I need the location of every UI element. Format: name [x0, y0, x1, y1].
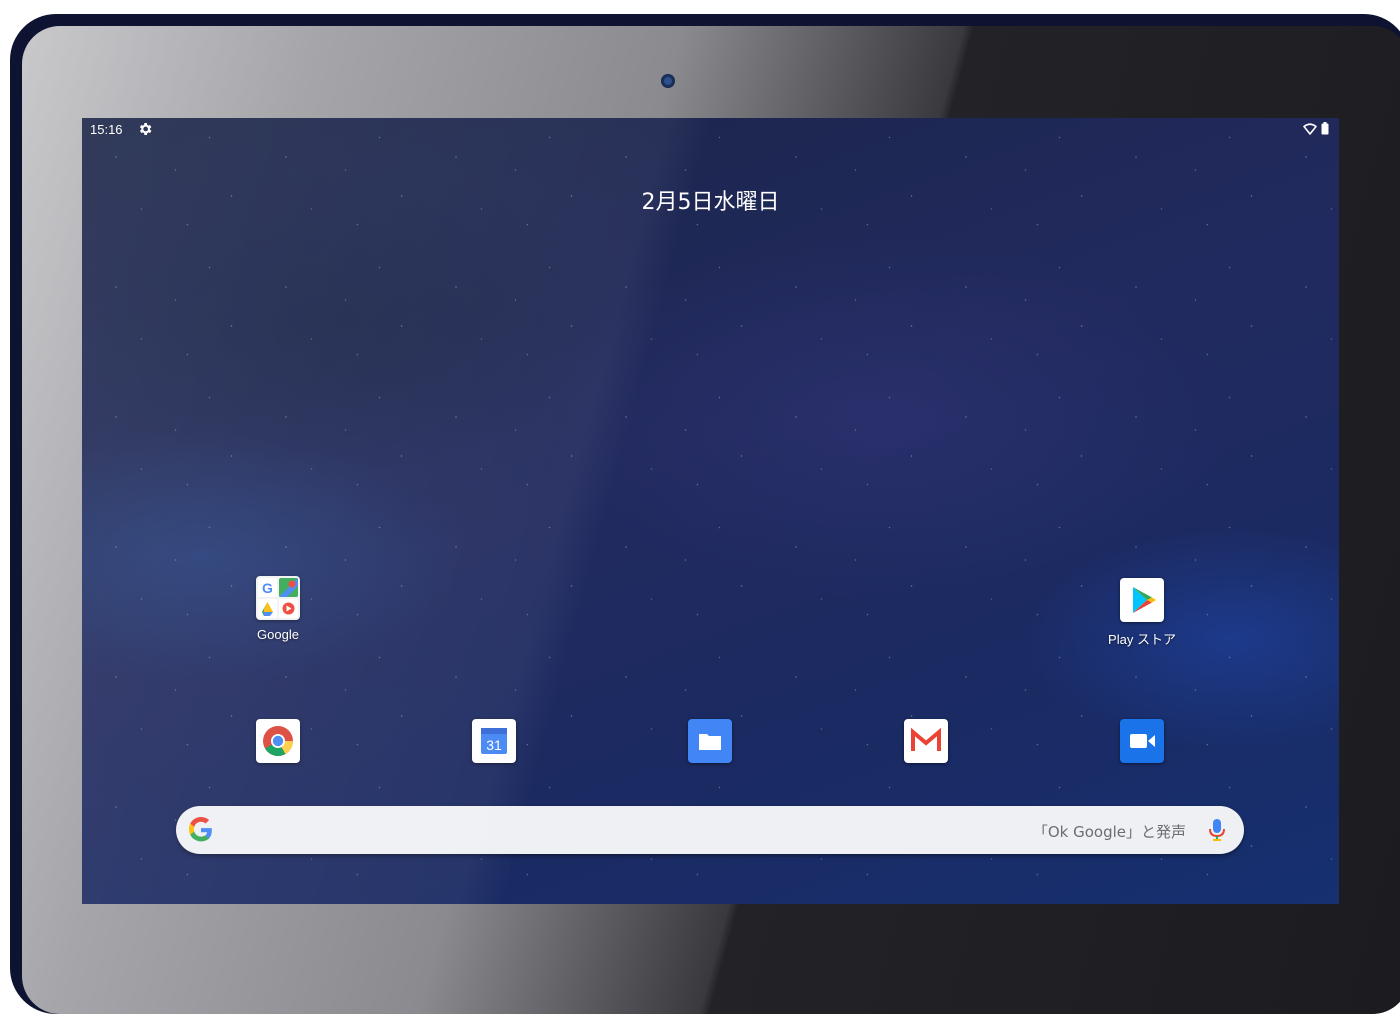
status-icons: [1303, 122, 1329, 135]
duo-icon: [1120, 719, 1164, 763]
dock-calendar[interactable]: 31: [429, 719, 559, 763]
gear-icon: [139, 123, 152, 135]
google-folder-icon: G: [256, 576, 300, 620]
play-store-label: Play ストア: [1108, 632, 1176, 647]
files-icon: [688, 719, 732, 763]
search-hint: 「Ok Google」と発声: [1032, 823, 1186, 841]
google-folder[interactable]: G Google: [213, 576, 343, 642]
google-search-bar[interactable]: 「Ok Google」と発声: [176, 806, 1244, 854]
google-g-icon: [188, 817, 212, 842]
chrome-icon: [256, 719, 300, 763]
battery-icon: [1321, 122, 1329, 135]
dock-chrome[interactable]: [213, 719, 343, 763]
svg-text:G: G: [262, 580, 273, 596]
front-camera: [661, 74, 675, 88]
play-store-icon: [1120, 578, 1164, 622]
mic-icon[interactable]: [1208, 818, 1226, 842]
dock-files[interactable]: [645, 719, 775, 763]
calendar-icon: 31: [472, 719, 516, 763]
wallpaper-stars: [82, 118, 1339, 904]
gmail-icon: [904, 719, 948, 763]
status-bar: 15:16: [82, 118, 1339, 144]
date-widget[interactable]: 2月5日水曜日: [82, 184, 1339, 216]
status-time: 15:16: [90, 122, 123, 137]
home-screen: 15:16 2月5日水曜日 G Google Play ストア 31 「Ok G…: [82, 118, 1339, 904]
wifi-icon: [1303, 122, 1317, 135]
google-folder-label: Google: [257, 627, 299, 642]
play-store-app[interactable]: Play ストア: [1077, 578, 1207, 648]
dock-duo[interactable]: [1077, 719, 1207, 763]
dock-gmail[interactable]: [861, 719, 991, 763]
svg-text:31: 31: [486, 737, 502, 753]
